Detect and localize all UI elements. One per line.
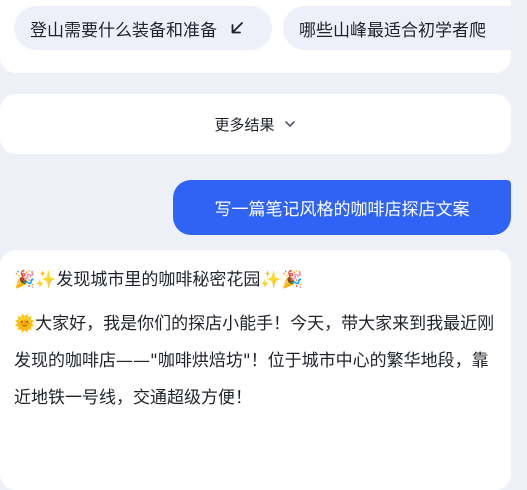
suggestion-chip-beginner[interactable]: 哪些山峰最适合初学者爬 xyxy=(283,6,511,50)
suggestion-chip-label: 登山需要什么装备和准备 xyxy=(30,20,217,41)
reply-title: 🎉✨ 发现城市里的咖啡秘密花园 ✨🎉 xyxy=(14,266,495,294)
sparkle-party-icon: ✨🎉 xyxy=(260,270,303,290)
suggestion-chip-label: 哪些山峰最适合初学者爬 xyxy=(299,20,486,41)
suggestion-chip-gear[interactable]: 登山需要什么装备和准备 xyxy=(14,6,272,50)
more-results-label: 更多结果 xyxy=(214,115,275,134)
reply-body-text: 大家好，我是你们的探店小能手！今天，带大家来到我最近刚发现的咖啡店——"咖啡烘焙… xyxy=(14,314,495,408)
party-sparkle-icon: 🎉✨ xyxy=(14,270,57,290)
scrollbar-track[interactable] xyxy=(511,0,527,463)
user-message-text: 写一篇笔记风格的咖啡店探店文案 xyxy=(214,200,470,220)
chevron-down-icon xyxy=(283,117,297,131)
reply-body: 🌞大家好，我是你们的探店小能手！今天，带大家来到我最近刚发现的咖啡店——"咖啡烘… xyxy=(14,306,495,417)
suggestion-panel: 登山需要什么装备和准备 哪些山峰最适合初学者爬 xyxy=(0,0,511,73)
assistant-reply-card: 🎉✨ 发现城市里的咖啡秘密花园 ✨🎉 🌞大家好，我是你们的探店小能手！今天，带大… xyxy=(0,250,511,490)
user-message-bubble: 写一篇笔记风格的咖啡店探店文案 xyxy=(173,180,511,235)
reply-title-text: 发现城市里的咖啡秘密花园 xyxy=(56,270,261,290)
arrow-down-left-icon xyxy=(229,20,245,36)
more-results-button[interactable]: 更多结果 xyxy=(0,94,511,154)
sun-icon: 🌞 xyxy=(14,314,36,334)
